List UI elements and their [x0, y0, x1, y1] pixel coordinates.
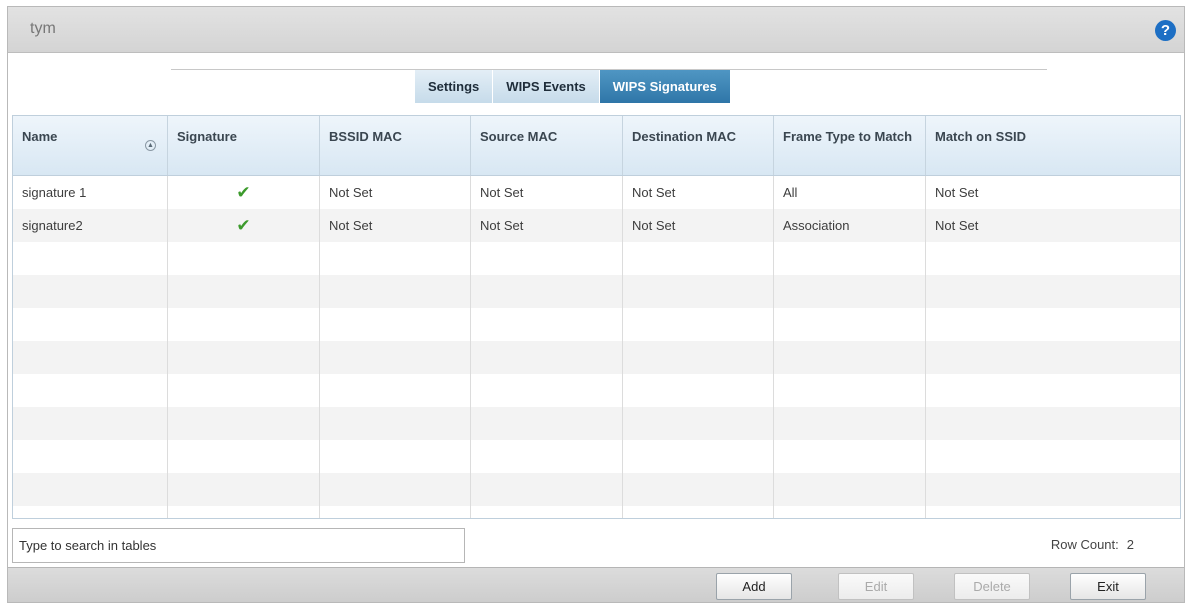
row-count-value: 2 [1126, 537, 1134, 552]
wips-policy-window: tym ? Settings WIPS Events WIPS Signatur… [7, 6, 1185, 603]
cell-match-ssid: Not Set [935, 218, 979, 233]
checkmark-icon: ✔ [236, 183, 251, 202]
cell-bssid-mac: Not Set [320, 209, 471, 242]
column-header-label: Name [22, 129, 58, 144]
cell-frame-type: All [774, 176, 926, 209]
empty-row [13, 275, 1180, 308]
cell-signature: ✔ [168, 176, 320, 209]
row-count: Row Count: 2 [1051, 537, 1134, 552]
empty-row [13, 242, 1180, 275]
column-header-destination-mac[interactable]: Destination MAC [623, 116, 774, 175]
sort-icon[interactable]: ▲ [145, 140, 156, 151]
table-row[interactable]: signature 1 ✔ Not Set Not Set Not Set Al… [13, 176, 1180, 209]
empty-row [13, 473, 1180, 506]
empty-row [13, 341, 1180, 374]
column-header-source-mac[interactable]: Source MAC [471, 116, 623, 175]
column-header-name[interactable]: Name ▲ [13, 116, 168, 175]
column-header-signature[interactable]: Signature [168, 116, 320, 175]
cell-source-mac: Not Set [471, 209, 623, 242]
title-bar: tym ? [8, 7, 1184, 53]
empty-row [13, 440, 1180, 473]
empty-row [13, 374, 1180, 407]
checkmark-icon: ✔ [236, 216, 251, 235]
cell-destination-mac: Not Set [623, 176, 774, 209]
table-body: signature 1 ✔ Not Set Not Set Not Set Al… [13, 176, 1180, 518]
exit-button[interactable]: Exit [1070, 573, 1146, 600]
table-row[interactable]: signature2 ✔ Not Set Not Set Not Set Ass… [13, 209, 1180, 242]
column-header-match-ssid[interactable]: Match on SSID [926, 116, 1180, 175]
table-search-input[interactable] [12, 528, 465, 563]
tab-settings[interactable]: Settings [415, 70, 494, 103]
empty-row [13, 506, 1180, 518]
column-header-frame-type[interactable]: Frame Type to Match [774, 116, 926, 175]
cell-source-mac: Not Set [471, 176, 623, 209]
tab-bar: Settings WIPS Events WIPS Signatures [415, 70, 731, 103]
signatures-table: Name ▲ Signature BSSID MAC Source MAC De… [12, 115, 1181, 519]
cell-destination-mac: Not Set [623, 209, 774, 242]
add-button[interactable]: Add [716, 573, 792, 600]
cell-name: signature2 [13, 209, 168, 242]
column-header-bssid-mac[interactable]: BSSID MAC [320, 116, 471, 175]
tab-wips-signatures[interactable]: WIPS Signatures [599, 70, 731, 103]
edit-button[interactable]: Edit [838, 573, 914, 600]
window-title: tym [30, 20, 56, 37]
delete-button[interactable]: Delete [954, 573, 1030, 600]
table-header: Name ▲ Signature BSSID MAC Source MAC De… [13, 116, 1180, 176]
cell-name: signature 1 [13, 176, 168, 209]
button-bar: Add Edit Delete Exit [8, 567, 1184, 602]
cell-bssid-mac: Not Set [320, 176, 471, 209]
help-icon[interactable]: ? [1155, 20, 1176, 41]
tab-wips-events[interactable]: WIPS Events [493, 70, 600, 103]
cell-frame-type: Association [774, 209, 926, 242]
cell-match-ssid: Not Set [935, 185, 979, 200]
row-count-label: Row Count: [1050, 537, 1119, 552]
cell-signature: ✔ [168, 209, 320, 242]
empty-row [13, 407, 1180, 440]
empty-row [13, 308, 1180, 341]
